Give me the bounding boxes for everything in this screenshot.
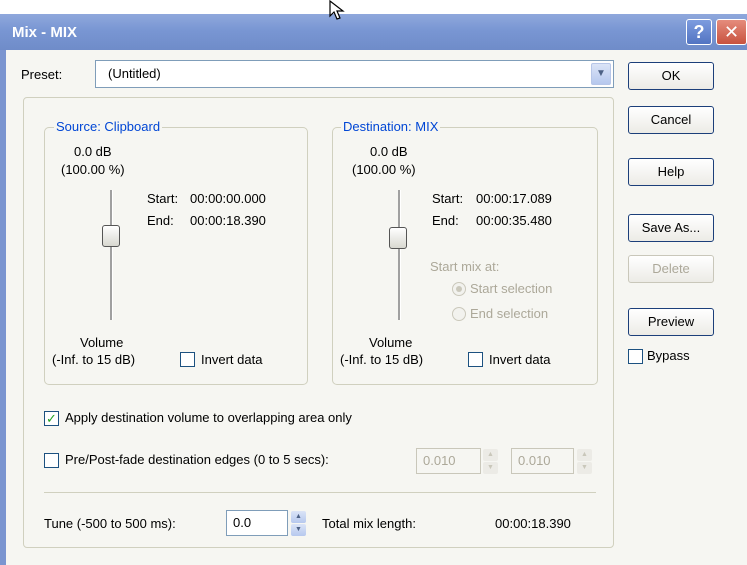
prepost-fade-label: Pre/Post-fade destination edges (0 to 5 … bbox=[65, 452, 329, 467]
source-db: 0.0 dB bbox=[74, 144, 112, 159]
end-selection-radio[interactable] bbox=[452, 307, 466, 321]
source-end-value: 00:00:18.390 bbox=[190, 213, 266, 228]
ok-button[interactable]: OK bbox=[628, 62, 714, 90]
apply-destination-label: Apply destination volume to overlapping … bbox=[65, 410, 352, 425]
preview-button[interactable]: Preview bbox=[628, 308, 714, 336]
source-percent: (100.00 %) bbox=[61, 162, 125, 177]
fade-out-spinner[interactable]: ▲ ▼ bbox=[577, 448, 592, 474]
total-mix-length-label: Total mix length: bbox=[322, 516, 416, 531]
destination-volume-track[interactable] bbox=[398, 190, 401, 320]
source-start-value: 00:00:00.000 bbox=[190, 191, 266, 206]
source-end-label: End: bbox=[147, 213, 174, 228]
destination-volume-slider-thumb[interactable] bbox=[389, 227, 407, 249]
start-mix-label: Start mix at: bbox=[430, 259, 500, 274]
chevron-down-icon[interactable]: ▼ bbox=[591, 63, 611, 85]
fade-in-input[interactable]: 0.010 bbox=[416, 448, 481, 474]
destination-start-label: Start: bbox=[432, 191, 464, 206]
divider bbox=[44, 492, 596, 493]
source-volume-label: Volume bbox=[80, 335, 124, 350]
destination-invert-checkbox[interactable] bbox=[468, 352, 483, 367]
destination-range-label: (-Inf. to 15 dB) bbox=[340, 352, 424, 367]
destination-invert-label: Invert data bbox=[489, 352, 551, 367]
bypass-checkbox[interactable] bbox=[628, 349, 643, 364]
source-group-title: Source: Clipboard bbox=[54, 119, 163, 134]
destination-percent: (100.00 %) bbox=[352, 162, 416, 177]
save-as-button[interactable]: Save As... bbox=[628, 214, 714, 242]
apply-destination-checkbox[interactable]: ✓ bbox=[44, 411, 59, 426]
prepost-fade-checkbox[interactable] bbox=[44, 453, 59, 468]
end-selection-label: End selection bbox=[470, 306, 549, 321]
title-bar[interactable] bbox=[0, 14, 747, 50]
window-title: Mix - MIX bbox=[12, 24, 78, 41]
mouse-cursor-icon bbox=[329, 0, 345, 20]
destination-start-value: 00:00:17.089 bbox=[476, 191, 552, 206]
source-invert-label: Invert data bbox=[201, 352, 263, 367]
destination-end-value: 00:00:35.480 bbox=[476, 213, 552, 228]
tune-spinner[interactable]: ▲ ▼ bbox=[291, 510, 306, 536]
total-mix-length-value: 00:00:18.390 bbox=[495, 516, 571, 531]
preset-label: Preset: bbox=[21, 67, 63, 82]
start-selection-radio[interactable] bbox=[452, 282, 466, 296]
bypass-label: Bypass bbox=[647, 348, 690, 363]
delete-button[interactable]: Delete bbox=[628, 255, 714, 283]
preset-dropdown[interactable]: (Untitled) ▼ bbox=[95, 60, 614, 88]
tune-input[interactable]: 0.0 bbox=[226, 510, 288, 536]
start-selection-label: Start selection bbox=[470, 281, 553, 296]
close-icon[interactable]: ✕ bbox=[716, 19, 747, 45]
destination-group-title: Destination: MIX bbox=[341, 119, 441, 134]
destination-db: 0.0 dB bbox=[370, 144, 408, 159]
destination-end-label: End: bbox=[432, 213, 459, 228]
source-volume-track[interactable] bbox=[110, 190, 113, 320]
source-range-label: (-Inf. to 15 dB) bbox=[52, 352, 136, 367]
source-start-label: Start: bbox=[147, 191, 179, 206]
source-invert-checkbox[interactable] bbox=[180, 352, 195, 367]
fade-out-input[interactable]: 0.010 bbox=[511, 448, 574, 474]
cancel-button[interactable]: Cancel bbox=[628, 106, 714, 134]
fade-in-spinner[interactable]: ▲ ▼ bbox=[483, 448, 498, 474]
help-button[interactable]: Help bbox=[628, 158, 714, 186]
preset-value: (Untitled) bbox=[108, 66, 161, 81]
source-volume-slider-thumb[interactable] bbox=[102, 225, 120, 247]
help-icon[interactable]: ? bbox=[686, 19, 712, 45]
destination-volume-label: Volume bbox=[369, 335, 413, 350]
tune-label: Tune (-500 to 500 ms): bbox=[44, 516, 176, 531]
